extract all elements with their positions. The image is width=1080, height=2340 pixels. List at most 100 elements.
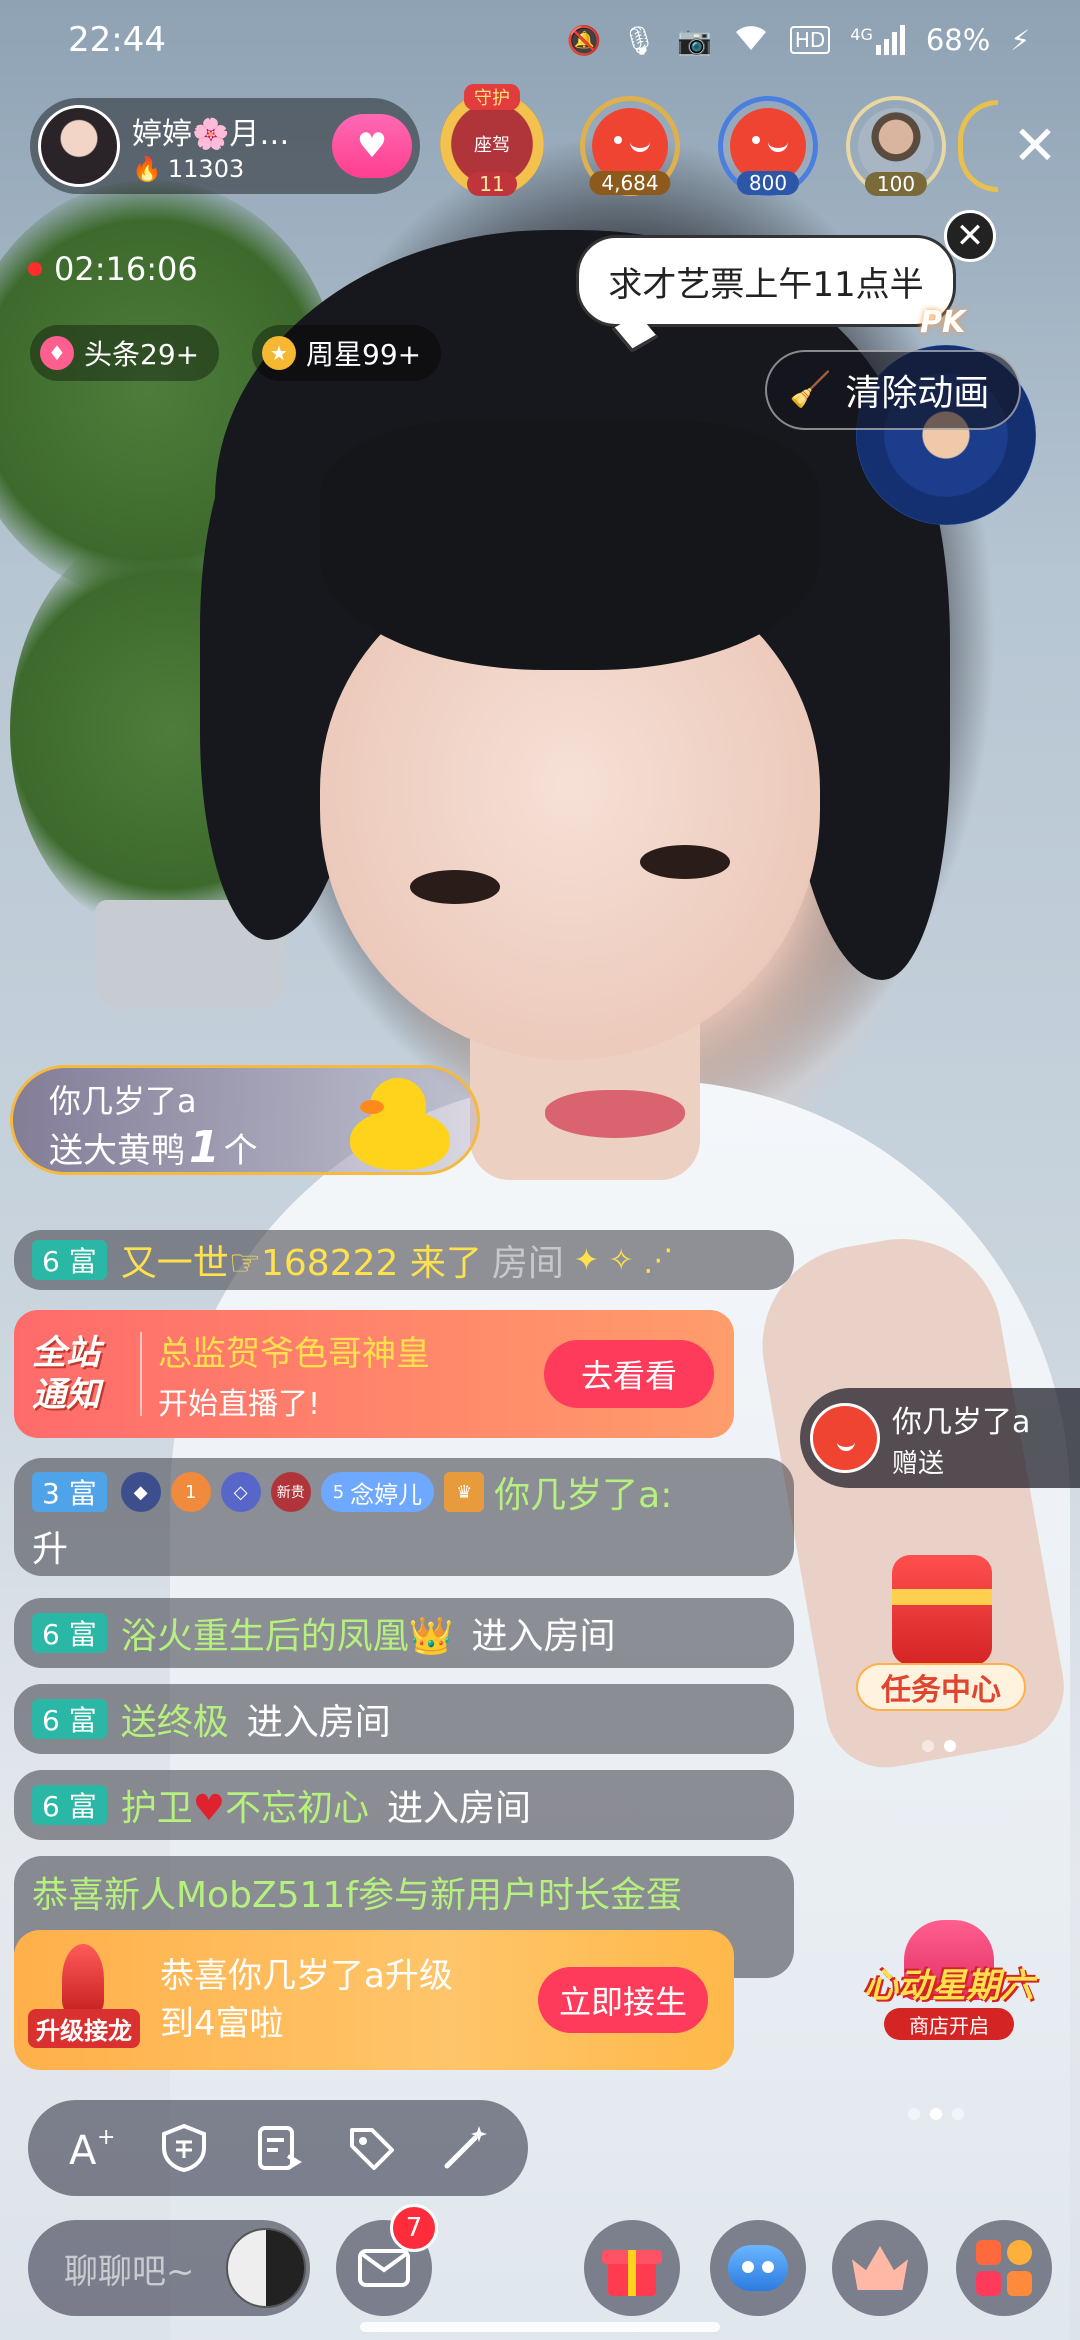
- chat-message: 6 富 又一世☞168222 来了 房间 ✦ ✧ ⋰: [14, 1230, 794, 1290]
- follow-button[interactable]: ♥: [332, 114, 412, 178]
- wealth-level-badge: 6 富: [32, 1785, 107, 1825]
- chat-username[interactable]: 送终极: [121, 1693, 229, 1745]
- deliver-now-button[interactable]: 立即接生: [538, 1967, 708, 2033]
- task-center-label: 任务中心: [856, 1663, 1026, 1711]
- gift-action: 送大黄鸭: [49, 1131, 185, 1171]
- text-size-icon: A +: [69, 2125, 115, 2174]
- task-center-widget[interactable]: 任务中心: [856, 1555, 1026, 1715]
- clear-animation-button[interactable]: 🧹 清除动画: [765, 350, 1022, 430]
- chat-tail: 房间: [491, 1243, 564, 1284]
- guard-badge-level: 11: [467, 172, 517, 196]
- headline-rank-tag[interactable]: ♦ 头条29+: [30, 325, 220, 381]
- streamer-eye: [410, 870, 500, 904]
- fire-icon: 🔥: [132, 155, 162, 183]
- close-bubble-button[interactable]: ✕: [944, 210, 996, 262]
- heart-icon: ♥: [192, 1788, 226, 1829]
- guard-button[interactable]: [149, 2113, 219, 2183]
- magic-wand-icon: [444, 2126, 488, 2169]
- chat-text: 升: [32, 1529, 69, 1570]
- gift-float-text: 你几岁了a 赠送: [892, 1397, 1030, 1480]
- broom-icon: 🧹: [789, 370, 832, 410]
- text-size-button[interactable]: A +: [56, 2113, 126, 2183]
- fan-club-badge: 5 念婷儿: [320, 1472, 435, 1512]
- wealth-level-badge: 6 富: [32, 1613, 107, 1653]
- upgrade-line2: 到4富啦: [160, 2004, 284, 2044]
- host-info: 婷婷🌸月… 🔥 11303: [132, 109, 307, 183]
- noble-button[interactable]: [832, 2220, 928, 2316]
- streamer-bangs: [320, 420, 820, 670]
- gift-sender-float[interactable]: 你几岁了a 赠送: [800, 1388, 1080, 1488]
- upgrade-text: 恭喜你几岁了a升级 到4富啦: [160, 1952, 538, 2048]
- chat-input[interactable]: 聊聊吧~: [28, 2220, 310, 2316]
- live-dot-icon: [28, 262, 42, 276]
- system-message-text: 恭喜新人MobZ511f参与新用户时长金蛋: [32, 1875, 682, 1916]
- interaction-toolbar: A +: [28, 2100, 528, 2196]
- mic-icon: 🎙: [621, 23, 657, 57]
- mute-icon: 🔕: [566, 23, 602, 57]
- upgrade-relay-label: 升级接龙: [28, 2009, 140, 2048]
- go-watch-button[interactable]: 去看看: [544, 1340, 714, 1408]
- top-viewer-1[interactable]: 4,684: [580, 96, 680, 196]
- camera-icon: 📷: [676, 23, 712, 57]
- chat-input-placeholder: 聊聊吧~: [64, 2251, 195, 2292]
- weekly-star-label: 周星99+: [306, 338, 422, 371]
- streamer-eye: [640, 845, 730, 879]
- live-duration: 02:16:06: [28, 250, 198, 288]
- tag-button[interactable]: [337, 2113, 407, 2183]
- magic-wand-button[interactable]: [430, 2113, 500, 2183]
- chat-message: 6 富 浴火重生后的凤凰👑 进入房间: [14, 1598, 794, 1668]
- mask-avatar-button[interactable]: [226, 2228, 306, 2308]
- rocket-icon: [62, 1944, 104, 2014]
- chat-username[interactable]: 你几岁了a:: [494, 1466, 672, 1518]
- status-bar: 22:44 🔕 🎙 📷 HD 4G 68% ⚡: [0, 0, 1080, 80]
- tag-icon: [349, 2128, 394, 2170]
- chat-text: 又一世☞168222 来了: [120, 1243, 482, 1284]
- gift-box-icon: [602, 2240, 662, 2296]
- charging-icon: ⚡: [1010, 23, 1030, 57]
- red-envelope-icon: [892, 1555, 992, 1665]
- rank-medal-icon: 1: [170, 1472, 211, 1512]
- notice-subtitle: 开始直播了!: [158, 1386, 321, 1422]
- host-avatar[interactable]: [38, 105, 120, 187]
- rank-medal-icon: ◆: [120, 1472, 161, 1512]
- guard-vehicle-badge[interactable]: 守护 座驾 11: [440, 84, 544, 196]
- site-notice[interactable]: 全站 通知 总监贺爷色哥神皇 开始直播了! 去看看: [14, 1310, 734, 1438]
- viewer-contribution: 100: [864, 172, 928, 196]
- chat-username[interactable]: 护卫♥不忘初心: [121, 1779, 369, 1831]
- gift-unit: 个: [223, 1131, 258, 1171]
- wealth-level-badge: 3 富: [32, 1472, 107, 1512]
- chat-username[interactable]: 浴火重生后的凤凰👑: [121, 1607, 454, 1659]
- more-features-button[interactable]: [956, 2220, 1052, 2316]
- fan-badge-level: 5: [332, 1481, 345, 1503]
- host-score-value: 11303: [167, 155, 245, 183]
- gift-button[interactable]: [584, 2220, 680, 2316]
- announcement-bubble: 求才艺票上午11点半: [576, 235, 956, 327]
- network-type: 4G: [850, 25, 873, 44]
- saturday-promo-widget[interactable]: 心动星期六 商店开启: [844, 1920, 1054, 2050]
- guard-badge-title: 座驾: [474, 135, 510, 156]
- close-room-button[interactable]: ✕: [1005, 118, 1065, 178]
- messages-button[interactable]: 7: [336, 2204, 438, 2316]
- weekly-star-tag[interactable]: ★ 周星99+: [252, 325, 442, 381]
- wealth-level-badge: 6 富: [32, 1240, 107, 1280]
- share-card-button[interactable]: [243, 2113, 313, 2183]
- chat-header-row: 3 富 ◆ 1 ◇ 新贵 5 念婷儿 ♛ 你几岁了a:: [32, 1466, 776, 1518]
- unread-badge: 7: [390, 2204, 438, 2252]
- announcement-text: 求才艺票上午11点半: [608, 264, 924, 305]
- wealth-level-badge: 6 富: [32, 1699, 107, 1739]
- enter-room-text: 进入房间: [387, 1788, 532, 1829]
- fan-badge-name: 念婷儿: [350, 1480, 423, 1509]
- star-icon: ★: [262, 336, 296, 370]
- chat-message: 6 富 护卫♥不忘初心 进入房间: [14, 1770, 794, 1840]
- shield-icon: [162, 2123, 207, 2173]
- game-controller-icon: [728, 2245, 788, 2291]
- upgrade-notice[interactable]: 升级接龙 恭喜你几岁了a升级 到4富啦 立即接生: [14, 1930, 734, 2070]
- notice-title: 总监贺爷色哥神皇: [158, 1333, 430, 1374]
- host-info-card[interactable]: 婷婷🌸月… 🔥 11303 ♥: [30, 98, 420, 194]
- viewer-contribution: 800: [736, 171, 800, 195]
- top-viewer-2[interactable]: 800: [718, 96, 818, 196]
- game-button[interactable]: [710, 2220, 806, 2316]
- top-viewer-3[interactable]: 100: [846, 96, 946, 196]
- enter-room-text: 进入房间: [471, 1616, 616, 1657]
- home-indicator[interactable]: [360, 2322, 720, 2332]
